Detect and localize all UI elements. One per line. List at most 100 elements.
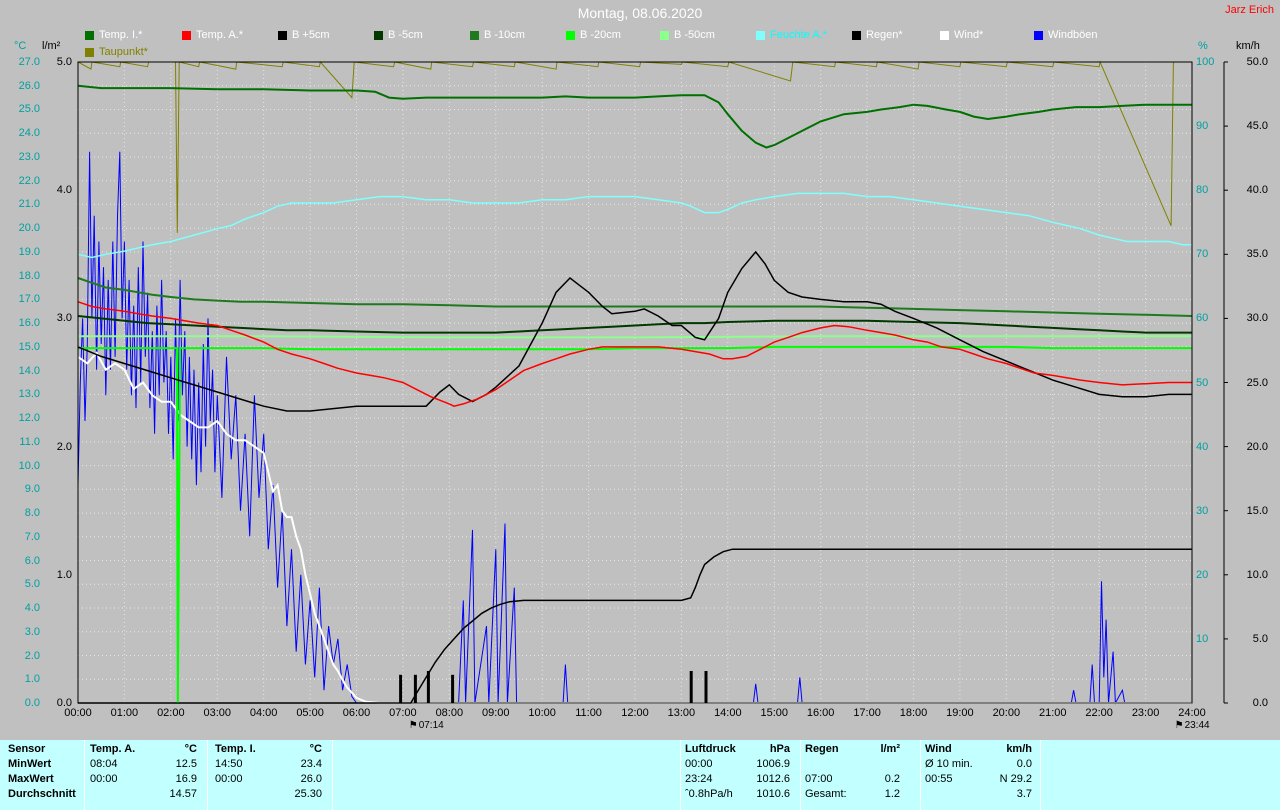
axis-tick-label: 17:00 [845, 707, 889, 719]
axis-tick-label: 06:00 [335, 707, 379, 719]
axis-tick-label: 22:00 [1077, 707, 1121, 719]
axis-tick-label: 9.0 [2, 483, 40, 495]
axis-tick-label: 0.0 [2, 697, 40, 709]
table-unit-header: km/h [948, 743, 1032, 756]
table-separator [332, 740, 333, 810]
axis-tick-label: 40.0 [1230, 184, 1268, 196]
axis-tick-label: 14:00 [706, 707, 750, 719]
flag-icon: ⚑ [1175, 720, 1184, 731]
weather-station-window: Montag, 08.06.2020 Jarz Erich Temp. I.*T… [0, 0, 1280, 810]
axis-tick-label: 5.0 [42, 56, 72, 68]
axis-tick-label: 30.0 [1230, 312, 1268, 324]
axis-tick-label: 50 [1196, 377, 1220, 389]
axis-tick-label: 16.0 [2, 317, 40, 329]
axis-tick-label: 05:00 [288, 707, 332, 719]
axis-tick-label: 11.0 [2, 436, 40, 448]
axis-tick-label: 18.0 [2, 270, 40, 282]
axis-tick-label: 8.0 [2, 507, 40, 519]
axis-tick-label: 35.0 [1230, 248, 1268, 260]
table-separator [920, 740, 921, 810]
axis-tick-label: 7.0 [2, 531, 40, 543]
axis-tick-label: 5.0 [1230, 633, 1268, 645]
axis-tick-label: 10.0 [2, 460, 40, 472]
table-separator [84, 740, 85, 810]
table-avg-value: 3.7 [948, 788, 1032, 801]
axis-tick-label: 3.0 [42, 312, 72, 324]
axis-tick-label: 100 [1196, 56, 1220, 68]
axis-tick-label: 70 [1196, 248, 1220, 260]
table-avg-value: 14.57 [113, 788, 197, 801]
axis-tick-label: 60 [1196, 312, 1220, 324]
axis-tick-label: 00:00 [56, 707, 100, 719]
axis-tick-label: 19.0 [2, 246, 40, 258]
axis-tick-label: 25.0 [1230, 377, 1268, 389]
axis-tick-label: 23.0 [2, 151, 40, 163]
table-max-value: N 29.2 [948, 773, 1032, 786]
axis-tick-label: 23:00 [1124, 707, 1168, 719]
axis-tick-label: 20.0 [2, 222, 40, 234]
axis-tick-label: 24.0 [2, 127, 40, 139]
axis-tick-label: 16:00 [799, 707, 843, 719]
axis-tick-label: 01:00 [102, 707, 146, 719]
axis-tick-label: 15:00 [752, 707, 796, 719]
table-max-value: 16.9 [113, 773, 197, 786]
table-min-value: 23.4 [238, 758, 322, 771]
table-separator [680, 740, 681, 810]
axis-tick-label: 21:00 [1031, 707, 1075, 719]
time-marker-label: 07:14 [419, 720, 444, 731]
axis-tick-label: 3.0 [2, 626, 40, 638]
table-avg-value: 1.2 [816, 788, 900, 801]
table-separator [1040, 740, 1041, 810]
table-max-value: 26.0 [238, 773, 322, 786]
axis-tick-label: 4.0 [42, 184, 72, 196]
axis-tick-label: 27.0 [2, 56, 40, 68]
time-marker-23-44: ⚑23:44 [1175, 720, 1210, 731]
axis-tick-label: 09:00 [474, 707, 518, 719]
axis-tick-label: 20 [1196, 569, 1220, 581]
axis-tick-label: 2.0 [2, 650, 40, 662]
table-separator [207, 740, 208, 810]
axis-tick-label: 4.0 [2, 602, 40, 614]
axis-tick-label: 13:00 [659, 707, 703, 719]
axis-tick-label: 17.0 [2, 293, 40, 305]
axis-tick-label: 08:00 [427, 707, 471, 719]
axis-tick-label: 24:00 [1170, 707, 1214, 719]
table-unit-header: °C [238, 743, 322, 756]
axis-tick-label: 0.0 [1230, 697, 1268, 709]
flag-icon: ⚑ [409, 720, 418, 731]
axis-tick-label: 1.0 [2, 673, 40, 685]
axis-tick-label: 03:00 [195, 707, 239, 719]
axis-tick-label: 21.0 [2, 198, 40, 210]
table-row-header: MinWert [8, 758, 51, 771]
table-unit-header: °C [113, 743, 197, 756]
table-row-header: Sensor [8, 743, 45, 756]
table-min-value: 0.0 [948, 758, 1032, 771]
axis-tick-label: 2.0 [42, 441, 72, 453]
series-taupunkt [78, 62, 1192, 233]
axis-tick-label: 25.0 [2, 103, 40, 115]
axis-tick-label: 5.0 [2, 578, 40, 590]
axis-tick-label: 07:00 [381, 707, 425, 719]
axis-tick-label: 14.0 [2, 365, 40, 377]
table-unit-header: hPa [706, 743, 790, 756]
axis-tick-label: 40 [1196, 441, 1220, 453]
time-marker-label: 23:44 [1185, 720, 1210, 731]
axis-tick-label: 11:00 [567, 707, 611, 719]
weather-chart [0, 0, 1280, 745]
axis-tick-label: 22.0 [2, 175, 40, 187]
axis-tick-label: 02:00 [149, 707, 193, 719]
axis-tick-label: 15.0 [1230, 505, 1268, 517]
table-min-value: 1006.9 [706, 758, 790, 771]
axis-tick-label: 04:00 [242, 707, 286, 719]
axis-tick-label: 18:00 [892, 707, 936, 719]
table-unit-header: l/m² [816, 743, 900, 756]
series-feuchte-a [78, 193, 1192, 257]
table-min-value: 12.5 [113, 758, 197, 771]
axis-tick-label: 30 [1196, 505, 1220, 517]
axis-tick-label: 15.0 [2, 341, 40, 353]
axis-tick-label: 50.0 [1230, 56, 1268, 68]
table-separator [800, 740, 801, 810]
table-row-header: MaxWert [8, 773, 54, 786]
table-avg-value: 25.30 [238, 788, 322, 801]
axis-tick-label: 90 [1196, 120, 1220, 132]
